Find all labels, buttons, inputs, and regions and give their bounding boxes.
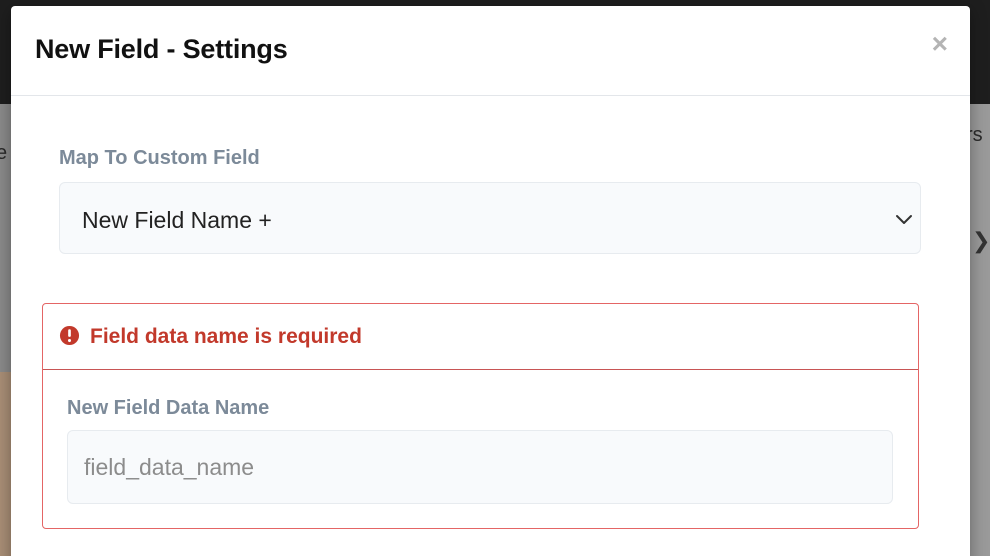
background-right-panel [970,104,990,556]
modal-header: New Field - Settings × [11,6,970,96]
custom-field-select[interactable]: New Field Name + [59,182,921,254]
custom-field-select-value: New Field Name + [82,207,272,233]
data-name-error-panel: Field data name is required New Field Da… [42,303,919,529]
modal-title: New Field - Settings [35,34,288,64]
close-icon[interactable]: × [932,30,948,58]
error-message: Field data name is required [90,325,362,348]
error-header: Field data name is required [43,304,918,370]
chevron-right-icon: ❯ [972,228,990,253]
settings-modal: New Field - Settings × Map To Custom Fie… [11,6,970,556]
alert-circle-icon [59,325,80,346]
background-left-text: e [0,142,8,164]
page-backdrop: e rs ❯ New Field - Settings × Map To Cus… [0,0,990,556]
field-data-name-input[interactable] [67,430,893,504]
data-name-field-label: New Field Data Name [67,397,270,419]
map-field-label: Map To Custom Field [59,147,260,169]
chevron-down-icon [896,215,912,224]
